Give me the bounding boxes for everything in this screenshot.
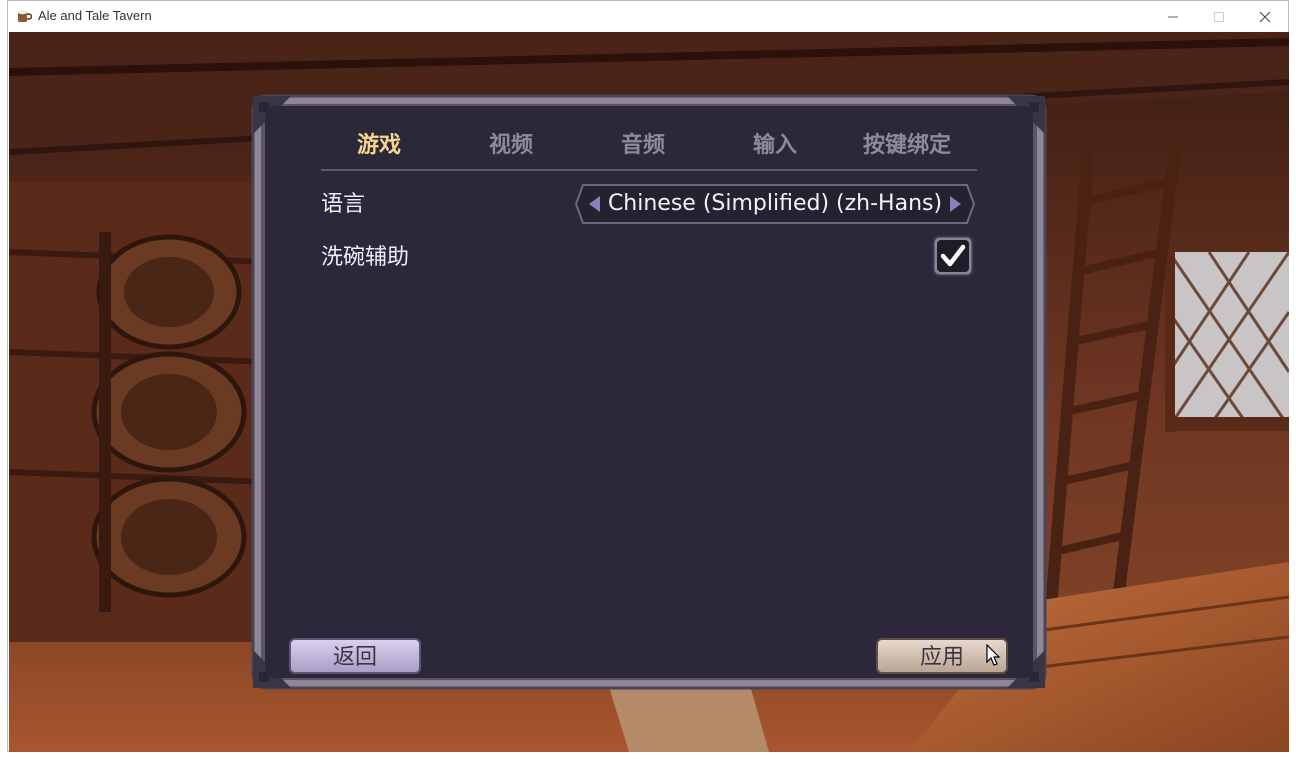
back-button[interactable]: 返回 <box>289 638 421 674</box>
tab-game[interactable]: 游戏 <box>313 128 445 164</box>
settings-panel: 游戏 视频 音频 输入 按键绑定 语言 Chinese (Simplified)… <box>251 94 1047 690</box>
language-next-arrow-icon[interactable] <box>945 194 965 214</box>
game-window: Ale and Tale Tavern 游戏 视频 音频 输入 按键绑定 语言 … <box>7 0 1289 752</box>
tab-video[interactable]: 视频 <box>445 128 577 164</box>
title-bar: Ale and Tale Tavern <box>8 1 1288 32</box>
ale-mug-icon <box>17 9 32 22</box>
game-scene: 游戏 视频 音频 输入 按键绑定 语言 Chinese (Simplified)… <box>9 32 1289 752</box>
mouse-cursor-icon <box>986 644 1001 666</box>
maximize-icon <box>1214 11 1224 22</box>
settings-tabs: 游戏 视频 音频 输入 按键绑定 <box>313 128 973 164</box>
tab-keybindings[interactable]: 按键绑定 <box>841 128 973 164</box>
language-prev-arrow-icon[interactable] <box>585 194 605 214</box>
language-label: 语言 <box>321 192 366 217</box>
tab-input[interactable]: 输入 <box>709 128 841 164</box>
panel-body: 游戏 视频 音频 输入 按键绑定 语言 Chinese (Simplified)… <box>265 106 1033 678</box>
tab-divider <box>321 169 977 171</box>
language-value: Chinese (Simplified) (zh-Hans) <box>607 191 943 216</box>
maximize-button[interactable] <box>1196 1 1242 32</box>
minimize-icon <box>1168 16 1178 17</box>
tab-audio[interactable]: 音频 <box>577 128 709 164</box>
dish-assist-label: 洗碗辅助 <box>321 245 410 270</box>
dish-assist-checkbox[interactable] <box>932 235 974 277</box>
close-button[interactable] <box>1242 1 1288 32</box>
language-selector: Chinese (Simplified) (zh-Hans) <box>575 184 975 224</box>
close-icon <box>1259 11 1271 22</box>
minimize-button[interactable] <box>1150 1 1196 32</box>
window-title: Ale and Tale Tavern <box>38 8 152 23</box>
